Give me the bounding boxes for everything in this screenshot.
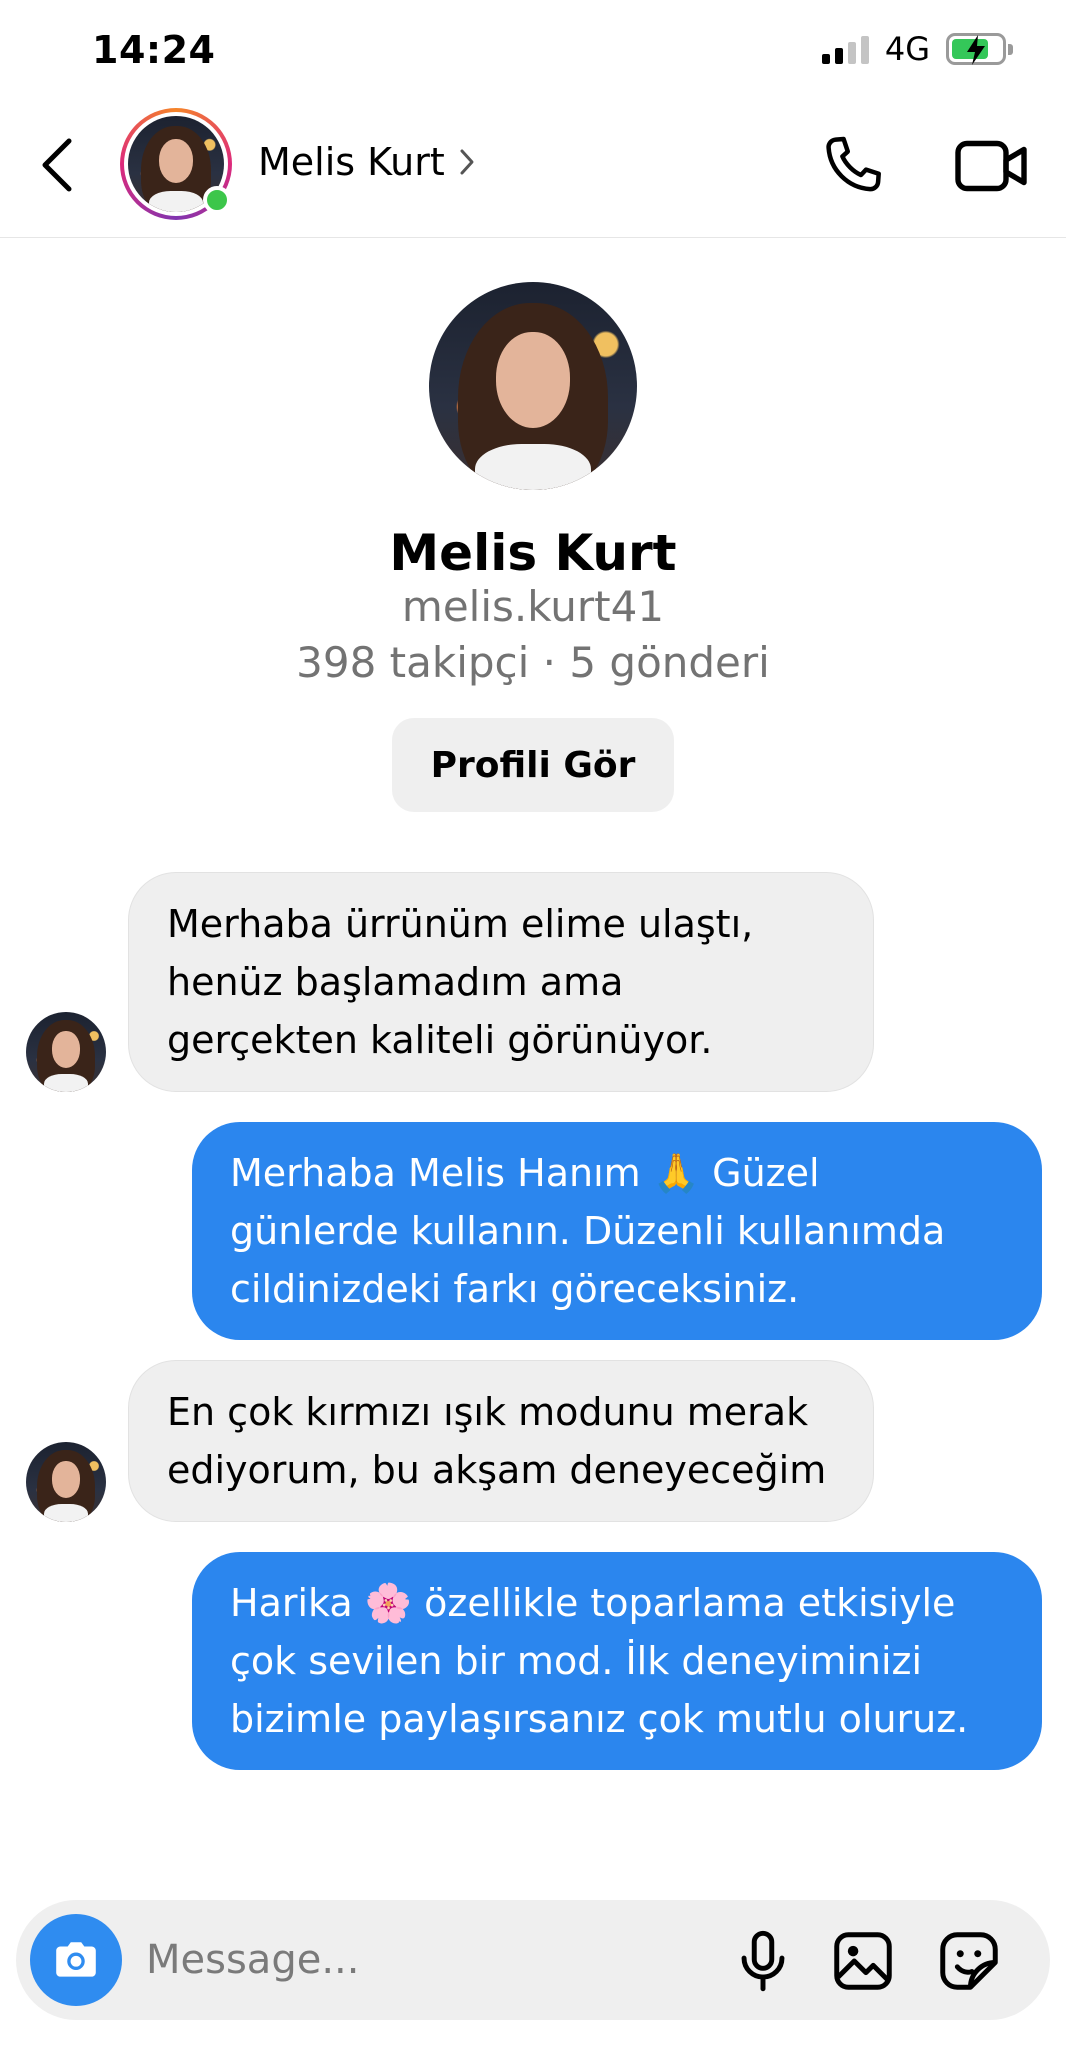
message-line: gerçekten kaliteli görünüyor.: [167, 1018, 713, 1062]
battery-charging-icon: [946, 33, 1013, 65]
profile-username: melis.kurt41: [401, 582, 665, 631]
profile-avatar[interactable]: [429, 282, 637, 490]
camera-icon: [56, 1942, 96, 1977]
message-line: ediyorum, bu akşam deneyeceğim: [167, 1448, 827, 1492]
message-line: En çok kırmızı ışık modunu merak: [167, 1390, 809, 1434]
voice-message-button[interactable]: [728, 1926, 798, 1996]
message-bubble-outgoing[interactable]: Merhaba Melis Hanım 🙏 Güzel günlerde kul…: [192, 1122, 1042, 1340]
microphone-icon: [741, 1930, 785, 1992]
gallery-button[interactable]: [828, 1926, 898, 1996]
message-bubble-incoming[interactable]: En çok kırmızı ışık modunu merak ediyoru…: [128, 1360, 874, 1522]
message-line: bizimle paylaşırsanız çok mutlu oluruz.: [230, 1697, 969, 1741]
status-bar: 14:24 4G: [0, 0, 1066, 100]
message-composer: [16, 1900, 1050, 2020]
sender-avatar[interactable]: [26, 1012, 106, 1092]
message-line: çok sevilen bir mod. İlk deneyiminizi: [230, 1639, 923, 1683]
message-line: günlerde kullanın. Düzenli kullanımda: [230, 1209, 946, 1253]
sticker-button[interactable]: [934, 1926, 1004, 1996]
contact-name: Melis Kurt: [258, 140, 445, 184]
camera-button[interactable]: [30, 1914, 122, 2006]
message-line: Harika 🌸 özellikle toparlama etkisiyle: [230, 1581, 956, 1625]
status-indicators: 4G: [821, 30, 1013, 68]
online-status-dot: [203, 186, 231, 214]
message-bubble-incoming[interactable]: Merhaba ürrünüm elime ulaştı, henüz başl…: [128, 872, 874, 1092]
message-bubble-outgoing[interactable]: Harika 🌸 özellikle toparlama etkisiyle ç…: [192, 1552, 1042, 1770]
network-type: 4G: [884, 30, 930, 68]
video-call-button[interactable]: [952, 130, 1030, 202]
message-line: cildinizdeki farkı göreceksiniz.: [230, 1267, 800, 1311]
chat-header: Melis Kurt: [0, 100, 1066, 238]
status-time: 14:24: [92, 28, 216, 72]
profile-name: Melis Kurt: [389, 524, 677, 582]
contact-name-link[interactable]: Melis Kurt: [258, 140, 475, 184]
message-input[interactable]: [146, 1920, 706, 2000]
back-button[interactable]: [26, 130, 86, 200]
phone-icon: [826, 136, 881, 192]
voice-call-button[interactable]: [816, 130, 888, 202]
view-profile-button[interactable]: Profili Gör: [392, 718, 674, 812]
message-line: Merhaba Melis Hanım 🙏 Güzel: [230, 1151, 820, 1195]
video-camera-icon: [955, 140, 1027, 192]
image-icon: [834, 1932, 892, 1990]
sender-avatar[interactable]: [26, 1442, 106, 1522]
sticker-icon: [940, 1932, 998, 1990]
message-line: henüz başlamadım ama: [167, 960, 624, 1004]
profile-stats: 398 takipçi · 5 gönderi: [296, 638, 770, 687]
chevron-left-icon: [42, 138, 72, 192]
cellular-signal-icon: [821, 34, 869, 64]
message-line: Merhaba ürrünüm elime ulaştı,: [167, 902, 754, 946]
chevron-right-icon: [460, 149, 474, 175]
